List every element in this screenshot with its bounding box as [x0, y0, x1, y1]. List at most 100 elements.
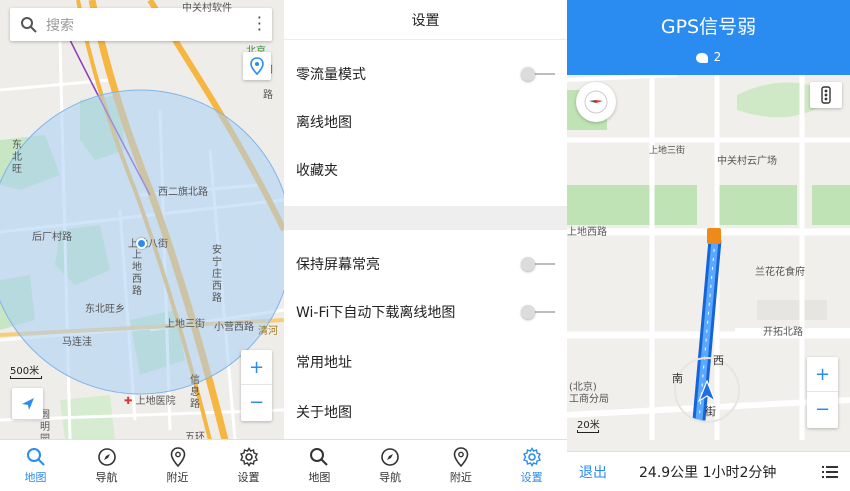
tab-label: 导航: [379, 470, 402, 484]
road-label: 街: [705, 405, 716, 418]
zoom-out-button[interactable]: −: [241, 385, 272, 420]
setting-label: 常用地址: [296, 355, 352, 371]
zoom-out-button[interactable]: −: [807, 392, 838, 427]
gps-status-header: GPS信号弱 2: [567, 0, 850, 75]
compass-icon: [97, 447, 116, 466]
tab-label: 附近: [166, 470, 189, 484]
tab-settings[interactable]: 设置: [213, 440, 284, 491]
tab-map[interactable]: 地图: [284, 440, 355, 491]
search-icon: [21, 16, 37, 33]
tab-map[interactable]: 地图: [0, 440, 71, 491]
search-icon: [310, 447, 329, 466]
gear-icon: [239, 446, 258, 467]
more-menu-icon[interactable]: · · ·: [257, 10, 262, 38]
locate-me-button[interactable]: [12, 388, 43, 419]
tab-navigation[interactable]: 导航: [355, 440, 426, 491]
list-menu-icon[interactable]: [822, 465, 838, 479]
road-label: 信息路: [190, 375, 200, 410]
traffic-light-icon: [821, 86, 831, 104]
tab-navigation[interactable]: 导航: [71, 440, 142, 491]
setting-label: 保持屏幕常亮: [296, 257, 380, 273]
satellite-icon: [695, 52, 708, 63]
location-pin-icon: [170, 446, 185, 467]
keep-screen-on-toggle[interactable]: [521, 257, 555, 271]
road-label: 安宁庄西路: [212, 245, 222, 304]
map-scale: 500米: [10, 362, 44, 379]
setting-wifi-offline-download[interactable]: Wi-Fi下自动下载离线地图: [284, 288, 567, 336]
setting-zero-traffic[interactable]: 零流量模式: [284, 50, 567, 98]
zero-traffic-toggle[interactable]: [521, 67, 555, 81]
setting-label: 零流量模式: [296, 67, 366, 83]
poi-label: 中关村云广场: [717, 156, 777, 167]
search-bar[interactable]: 搜索 · · ·: [10, 8, 272, 41]
tab-settings[interactable]: 设置: [496, 440, 567, 491]
tab-label: 设置: [237, 470, 260, 484]
road-label: 上地三街: [165, 319, 205, 330]
setting-label: 离线地图: [296, 115, 352, 131]
setting-label: Wi-Fi下自动下载离线地图: [296, 305, 456, 321]
road-label: 开拓北路: [763, 327, 803, 338]
section-divider: [284, 206, 567, 230]
vehicle-position-icon: [698, 380, 716, 402]
tab-label: 导航: [95, 470, 118, 484]
navigation-screen: GPS信号弱 2 中关村云广场 上地西路 兰花花食府 开拓北路 (北京) 工商分…: [567, 0, 850, 491]
setting-about[interactable]: 关于地图: [284, 388, 567, 436]
tab-label: 地图: [24, 470, 47, 484]
bottom-tab-bar: 地图 导航 附近 设置: [0, 439, 284, 491]
hospital-label: 上地医院: [135, 396, 176, 407]
tab-label: 设置: [520, 470, 543, 484]
area-label: 马连洼: [62, 337, 92, 348]
zoom-in-button[interactable]: +: [807, 357, 838, 392]
setting-keep-screen-on[interactable]: 保持屏幕常亮: [284, 240, 567, 288]
tab-label: 地图: [308, 470, 331, 484]
map-screen: 搜索 · · · 西二旗北路 后厂村路 东北旺乡 马连洼 上地三街 小营西路 清河 …: [0, 0, 284, 491]
satellite-status: 2: [567, 50, 850, 64]
layer-location-button[interactable]: [243, 52, 271, 80]
area-label: 东北旺乡: [85, 304, 125, 315]
poi-label: ✚ 上地医院: [124, 396, 176, 407]
compass-button[interactable]: [576, 82, 616, 122]
exit-button[interactable]: 退出: [579, 462, 639, 482]
satellite-count: 2: [713, 50, 722, 64]
location-pin-icon: [453, 446, 469, 467]
page-title: 设置: [284, 0, 567, 40]
road-label: 上地三街: [649, 146, 686, 156]
road-label: 西二旗北路: [158, 187, 208, 198]
wifi-download-toggle[interactable]: [521, 305, 555, 319]
road-label: 路: [263, 90, 273, 101]
setting-offline-map[interactable]: 离线地图: [284, 98, 567, 146]
setting-label: 关于地图: [296, 405, 352, 421]
area-label: 工商分局: [569, 394, 609, 405]
traffic-toggle-button[interactable]: [810, 82, 842, 108]
route-summary: 24.9公里 1小时2分钟: [639, 464, 777, 481]
zoom-control: + −: [241, 350, 272, 421]
setting-favorites[interactable]: 收藏夹: [284, 146, 567, 194]
navigation-bottom-bar: 退出 24.9公里 1小时2分钟: [567, 451, 850, 491]
settings-screen: 设置 零流量模式 离线地图 收藏夹 保持屏幕常亮 Wi-Fi下自动下载离线地图 …: [284, 0, 567, 491]
tab-nearby[interactable]: 附近: [426, 440, 497, 491]
search-icon: [26, 447, 45, 466]
search-input[interactable]: 搜索: [46, 15, 74, 35]
setting-common-addresses[interactable]: 常用地址: [284, 336, 567, 388]
road-label: 南: [672, 372, 683, 385]
compass-icon: [381, 447, 399, 466]
road-label: 上地八街: [128, 239, 168, 250]
current-location-dot: [136, 238, 147, 249]
road-label: 上地西路: [132, 250, 142, 297]
road-label: 西: [713, 354, 724, 367]
area-label: 中关村软件: [182, 3, 232, 14]
road-label: 上地西路: [567, 227, 607, 238]
area-label: 东北旺: [12, 140, 22, 175]
tab-label: 附近: [449, 470, 472, 484]
zoom-in-button[interactable]: +: [241, 350, 272, 385]
tab-nearby[interactable]: 附近: [142, 440, 213, 491]
compass-icon: [584, 90, 608, 114]
setting-label: 收藏夹: [296, 163, 338, 179]
gear-icon: [522, 446, 541, 467]
road-label: 后厂村路: [32, 232, 72, 243]
road-label: 小营西路: [214, 322, 254, 333]
poi-label: 兰花花食府: [755, 267, 805, 278]
bottom-tab-bar: 地图 导航 附近 设置: [284, 439, 567, 491]
map-scale: 20米: [577, 416, 601, 433]
gps-status-title: GPS信号弱: [660, 16, 757, 38]
